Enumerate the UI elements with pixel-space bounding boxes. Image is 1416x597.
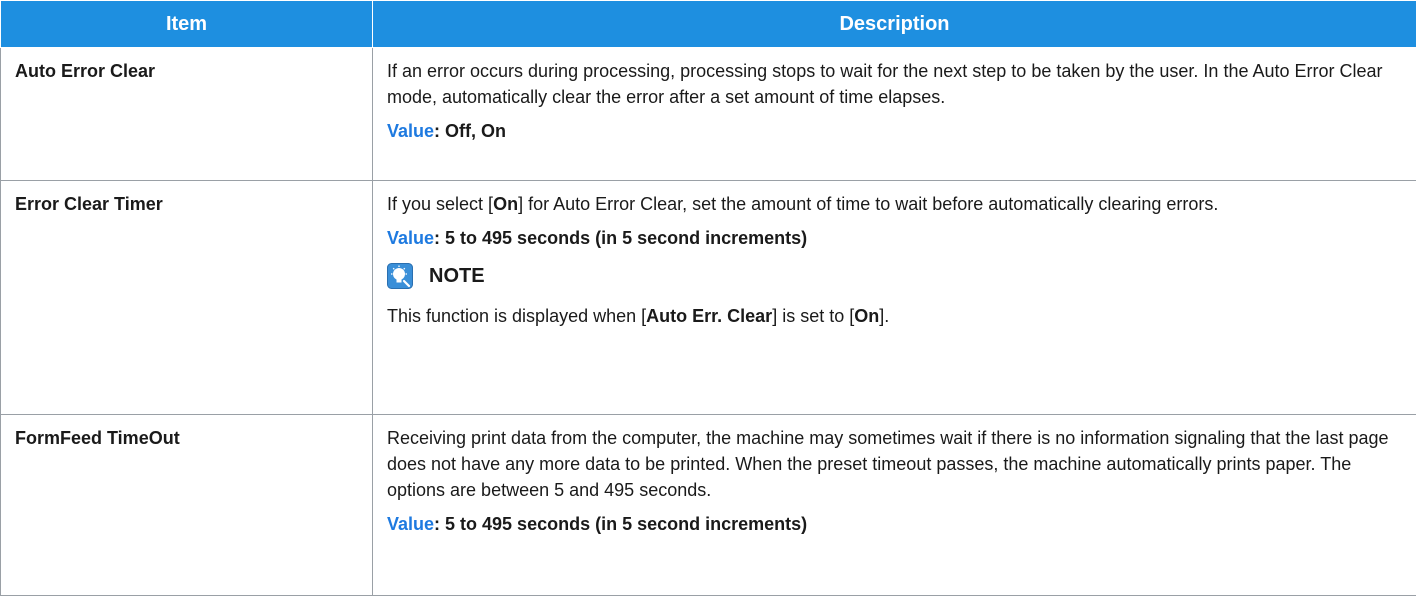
note-bold-part: Auto Err. Clear: [646, 306, 773, 326]
note-text-part: ] is set to [: [772, 306, 855, 326]
item-error-clear-timer: Error Clear Timer: [0, 180, 373, 415]
value-text: : 5 to 495 seconds (in 5 second incremen…: [434, 228, 808, 248]
description-text-part: ] for Auto Error Clear, set the amount o…: [518, 194, 1219, 214]
table-row: Error Clear Timer If you select [On] for…: [0, 180, 1416, 415]
description-text: Receiving print data from the computer, …: [387, 428, 1389, 500]
note-heading: NOTE: [387, 259, 1402, 293]
header-item: Item: [0, 0, 373, 48]
value-line: Value: Off, On: [387, 118, 1402, 144]
value-text: : 5 to 495 seconds (in 5 second incremen…: [434, 514, 808, 534]
description-bold-part: On: [493, 194, 519, 214]
table-row: FormFeed TimeOut Receiving print data fr…: [0, 414, 1416, 596]
description-cell: If you select [On] for Auto Error Clear,…: [372, 180, 1416, 415]
value-line: Value: 5 to 495 seconds (in 5 second inc…: [387, 511, 1402, 537]
value-line: Value: 5 to 495 seconds (in 5 second inc…: [387, 225, 1402, 251]
table-header-row: Item Description: [0, 0, 1416, 48]
note-text-part: This function is displayed when [: [387, 306, 647, 326]
description-text: If an error occurs during processing, pr…: [387, 61, 1383, 107]
value-label: Value: [387, 121, 435, 141]
description-text-part: If you select [: [387, 194, 494, 214]
value-label: Value: [387, 514, 435, 534]
note-text: This function is displayed when [Auto Er…: [387, 303, 1402, 329]
note-text-part: ].: [879, 306, 890, 326]
description-cell: Receiving print data from the computer, …: [372, 414, 1416, 596]
item-auto-error-clear: Auto Error Clear: [0, 47, 373, 181]
value-text: : Off, On: [434, 121, 507, 141]
note-label: NOTE: [429, 265, 485, 287]
note-bold-part: On: [854, 306, 880, 326]
value-label: Value: [387, 228, 435, 248]
item-formfeed-timeout: FormFeed TimeOut: [0, 414, 373, 596]
table-row: Auto Error Clear If an error occurs duri…: [0, 47, 1416, 181]
description-cell: If an error occurs during processing, pr…: [372, 47, 1416, 181]
header-description: Description: [372, 0, 1416, 48]
settings-table: Item Description Auto Error Clear If an …: [0, 0, 1416, 596]
lightbulb-note-icon: [387, 263, 413, 289]
description-text: If you select [On] for Auto Error Clear,…: [387, 191, 1402, 217]
